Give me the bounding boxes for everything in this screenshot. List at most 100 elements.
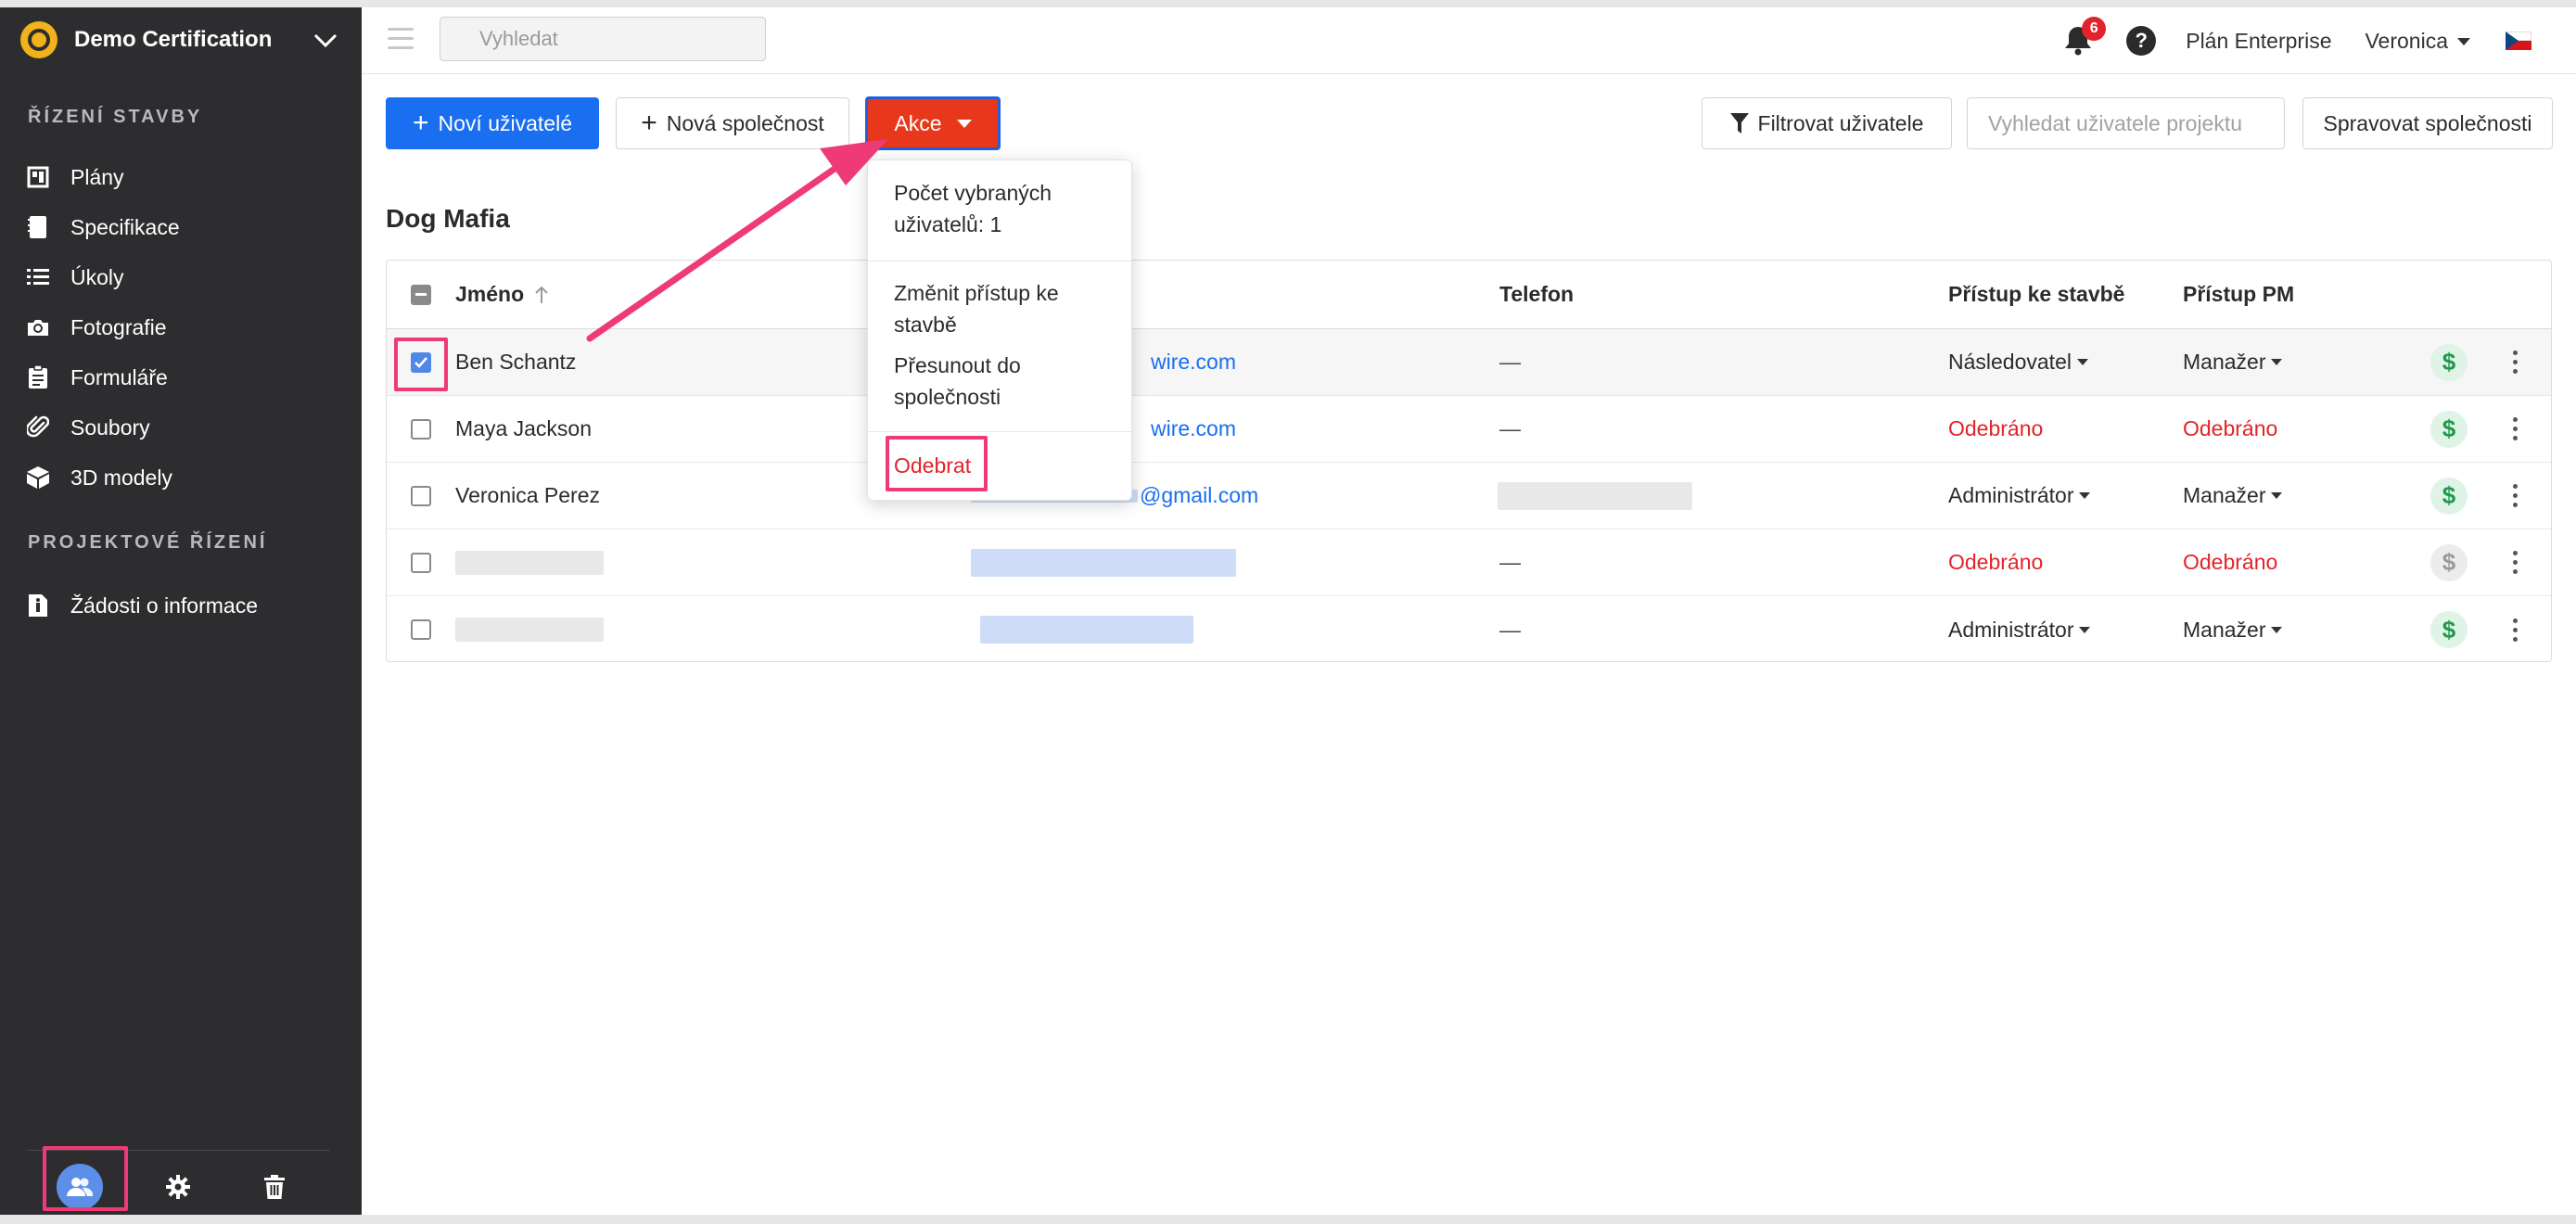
user-email[interactable]: wire.com	[1151, 396, 1236, 462]
app-window: Demo Certification ŘÍZENÍ STAVBY Plány S…	[0, 0, 2576, 1224]
billing-icon[interactable]: $	[2430, 611, 2468, 648]
table-row[interactable]: Veronica Perez @gmail.com Administrátor …	[387, 463, 2551, 529]
billing-icon[interactable]: $	[2430, 477, 2468, 515]
blurred-email	[980, 616, 1193, 644]
pm-access-select[interactable]: Manažer	[2183, 329, 2283, 395]
table-row[interactable]: — Administrátor Manažer $	[387, 596, 2551, 663]
menu-icon[interactable]	[388, 28, 414, 50]
column-name-label: Jméno	[455, 282, 525, 306]
site-access-select[interactable]: Administrátor	[1948, 463, 2091, 529]
trash-icon	[264, 1175, 285, 1199]
bottom-border	[0, 1215, 2576, 1224]
more-options-icon[interactable]	[2510, 616, 2519, 644]
notification-badge: 6	[2082, 17, 2107, 41]
user-email[interactable]: wire.com	[1151, 329, 1236, 395]
new-users-label: Noví uživatelé	[438, 110, 572, 135]
search-input[interactable]	[479, 27, 746, 51]
sort-ascending-icon[interactable]	[533, 285, 550, 305]
row-checkbox[interactable]	[411, 418, 431, 440]
plan-link[interactable]: Plán Enterprise	[2186, 29, 2331, 54]
user-menu[interactable]: Veronica	[2365, 29, 2470, 54]
user-name: Veronica Perez	[455, 483, 600, 507]
project-users-search[interactable]	[1967, 97, 2285, 149]
pm-access-select[interactable]: Manažer	[2183, 463, 2283, 529]
forms-icon	[26, 365, 50, 389]
site-access-value: Odebráno	[1948, 416, 2044, 440]
table-row[interactable]: — Odebráno Odebráno $	[387, 529, 2551, 596]
new-company-button[interactable]: + Nová společnost	[616, 97, 849, 149]
site-access-select[interactable]: Administrátor	[1948, 596, 2091, 663]
user-email[interactable]: @gmail.com	[1140, 463, 1258, 529]
cube-icon	[26, 465, 50, 490]
help-button[interactable]: ?	[2126, 26, 2157, 56]
caret-down-icon	[2271, 626, 2283, 633]
project-name: Demo Certification	[74, 27, 273, 52]
rfi-icon	[26, 593, 50, 618]
column-pm-access[interactable]: Přístup PM	[2183, 261, 2294, 328]
actions-button[interactable]: Akce	[865, 96, 1001, 150]
czech-flag-icon[interactable]	[2506, 32, 2531, 50]
column-site-access[interactable]: Přístup ke stavbě	[1948, 261, 2124, 328]
row-checkbox[interactable]	[411, 485, 431, 506]
row-checkbox[interactable]	[411, 552, 431, 573]
sidebar-item-files[interactable]: Soubory	[26, 404, 150, 451]
column-name[interactable]: Jméno	[455, 261, 550, 328]
billing-disabled-icon[interactable]: $	[2430, 543, 2468, 581]
site-access-select[interactable]: Následovatel	[1948, 329, 2088, 395]
menu-item-change-access[interactable]: Změnit přístup ke stavbě	[894, 277, 1116, 340]
menu-item-move-to-company[interactable]: Přesunout do společnosti	[894, 350, 1116, 413]
filter-users-button[interactable]: Filtrovat uživatele	[1702, 97, 1952, 149]
user-name: Ben Schantz	[455, 350, 577, 374]
site-access-value: Administrátor	[1948, 483, 2074, 507]
sidebar-item-3d-models[interactable]: 3D modely	[26, 454, 172, 501]
pm-access-value: Manažer	[2183, 350, 2266, 374]
pm-access-select[interactable]: Manažer	[2183, 596, 2283, 663]
global-search[interactable]	[440, 17, 766, 61]
sidebar-item-specifications[interactable]: Specifikace	[26, 204, 180, 250]
notifications-button[interactable]: 6	[2063, 17, 2107, 57]
chevron-down-icon[interactable]	[310, 24, 341, 56]
caret-down-icon	[2457, 38, 2470, 46]
manage-companies-button[interactable]: Spravovat společnosti	[2302, 97, 2553, 149]
user-phone: —	[1499, 416, 1521, 440]
filter-users-label: Filtrovat uživatele	[1757, 110, 1924, 135]
billing-icon[interactable]: $	[2430, 410, 2468, 448]
sidebar: Demo Certification ŘÍZENÍ STAVBY Plány S…	[0, 7, 362, 1215]
project-users-search-input[interactable]	[1988, 110, 2264, 136]
pm-access-value: Manažer	[2183, 483, 2266, 507]
sidebar-item-rfi[interactable]: Žádosti o informace	[26, 582, 258, 629]
billing-icon[interactable]: $	[2430, 343, 2468, 381]
trash-button[interactable]	[247, 1159, 302, 1215]
sidebar-item-label: Plány	[70, 164, 124, 189]
row-checkbox[interactable]	[411, 619, 431, 640]
site-access-value: Následovatel	[1948, 350, 2072, 374]
more-options-icon[interactable]	[2510, 482, 2519, 510]
table-row[interactable]: Ben Schantz wire.com — Následovatel Mana…	[387, 329, 2551, 396]
sidebar-item-tasks[interactable]: Úkoly	[26, 254, 124, 300]
pm-access-value: Manažer	[2183, 617, 2266, 642]
project-switcher[interactable]: Demo Certification	[0, 7, 362, 72]
settings-button[interactable]	[150, 1159, 206, 1215]
more-options-icon[interactable]	[2510, 549, 2519, 577]
column-phone[interactable]: Telefon	[1499, 261, 1574, 328]
sidebar-item-forms[interactable]: Formuláře	[26, 354, 168, 401]
tasks-icon	[26, 265, 50, 289]
more-options-icon[interactable]	[2510, 415, 2519, 443]
section-project-management: PROJEKTOVÉ ŘÍZENÍ	[28, 532, 268, 553]
specifications-icon	[26, 215, 50, 239]
filter-icon	[1729, 113, 1749, 134]
sidebar-item-label: 3D modely	[70, 465, 172, 490]
user-name: Veronica	[2365, 28, 2448, 53]
table-row[interactable]: Maya Jackson wire.com — Odebráno Odebrán…	[387, 396, 2551, 463]
site-access-value: Odebráno	[1948, 550, 2044, 574]
site-access-value: Administrátor	[1948, 617, 2074, 642]
actions-label: Akce	[894, 110, 942, 135]
sidebar-item-plans[interactable]: Plány	[26, 154, 124, 200]
new-users-button[interactable]: + Noví uživatelé	[386, 97, 599, 149]
select-all-checkbox[interactable]	[411, 284, 431, 305]
more-options-icon[interactable]	[2510, 349, 2519, 376]
sidebar-item-label: Specifikace	[70, 214, 180, 239]
sidebar-item-photos[interactable]: Fotografie	[26, 304, 167, 351]
plus-icon: +	[641, 108, 657, 138]
plus-icon: +	[413, 108, 429, 138]
